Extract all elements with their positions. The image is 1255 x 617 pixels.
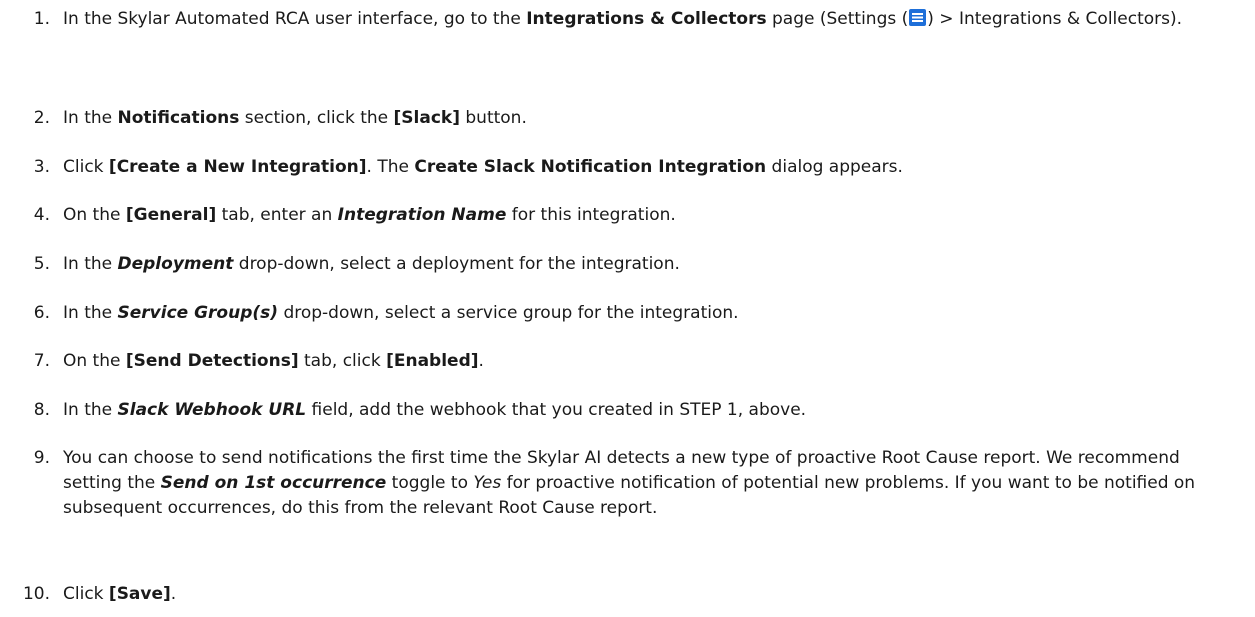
step-number: 2. [33,108,50,128]
step-text-run: . [170,584,177,604]
step-text-run: In the [63,108,118,128]
step-text-run: button. [459,108,527,128]
step-text-run: Click [63,157,109,177]
ui-section-name: Notifications [117,108,240,128]
step-text-run: Click [63,584,109,604]
step-number: 10. [22,584,50,604]
ui-dialog-name: Create Slack Notification Integration [414,157,767,177]
settings-menu-icon [909,9,927,26]
ui-button-name: [Save] [108,584,171,604]
step-text-run: On the [63,351,126,371]
ui-tab-name: [General] [125,205,217,225]
ui-tab-name: [Send Detections] [125,351,299,371]
step-text-run: field, add the webhook that you created … [306,400,807,420]
step-text: On the [Send Detections] tab, click [Ena… [63,349,1243,374]
step-text-run: On the [63,205,126,225]
step-text-run: In the [63,254,118,274]
step-number: 7. [33,351,50,371]
step-text: Click [Create a New Integration]. The Cr… [63,155,1243,180]
step-text-run: ) > Integrations & Collectors). [927,9,1183,29]
ui-field-name: Integration Name [337,205,507,225]
step-text-run: tab, enter an [216,205,338,225]
ui-toggle-value: Yes [473,473,502,493]
step-number: 3. [33,157,50,177]
step-text-run: dialog appears. [766,157,903,177]
step-text-run: . The [366,157,415,177]
ui-button-name: [Create a New Integration] [108,157,367,177]
step-number: 1. [33,9,50,29]
ui-field-name: Deployment [117,254,234,274]
step-text: In the Service Group(s) drop-down, selec… [63,301,1243,326]
ui-button-name: [Enabled] [386,351,479,371]
step-text: Click [Save]. [63,582,1243,607]
ui-page-name: Integrations & Collectors [526,9,767,29]
step-text-run: drop-down, select a deployment for the i… [233,254,680,274]
step-text-run: tab, click [298,351,387,371]
step-text: You can choose to send notifications the… [63,446,1243,521]
step-number: 5. [33,254,50,274]
step-text-run: section, click the [239,108,394,128]
step-number: 8. [33,400,50,420]
step-text: In the Slack Webhook URL field, add the … [63,398,1243,423]
ui-button-name: [Slack] [393,108,460,128]
step-text: In the Deployment drop-down, select a de… [63,252,1243,277]
step-number: 6. [33,303,50,323]
step-text-run: In the Skylar Automated RCA user interfa… [63,9,527,29]
step-number: 9. [33,448,50,468]
step-text: On the [General] tab, enter an Integrati… [63,203,1243,228]
step-text-run: for this integration. [506,205,676,225]
step-text-run: . [478,351,484,371]
step-text-run: In the [63,400,118,420]
step-text: In the Notifications section, click the … [63,106,1243,131]
step-text-run: toggle to [386,473,474,493]
ui-toggle-name: Send on 1st occurrence [160,473,387,493]
ui-field-name: Service Group(s) [117,303,279,323]
step-text: In the Skylar Automated RCA user interfa… [63,7,1243,32]
step-text-run: drop-down, select a service group for th… [278,303,739,323]
step-number: 4. [33,205,50,225]
step-text-run: page (Settings ( [766,9,909,29]
ui-field-name: Slack Webhook URL [117,400,307,420]
step-text-run: In the [63,303,118,323]
